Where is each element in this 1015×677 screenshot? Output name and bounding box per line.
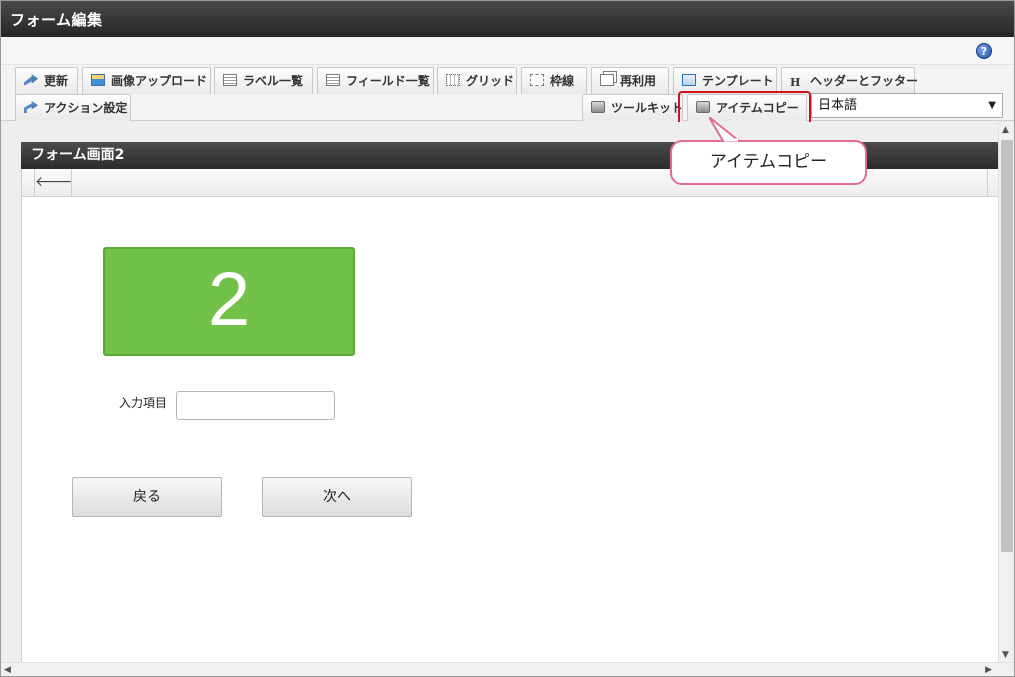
tab-reuse-label: 再利用 (620, 74, 657, 88)
header-icon: H (790, 76, 801, 89)
list-icon (223, 74, 237, 86)
update-icon (24, 74, 38, 86)
tab-grid-label: グリッド (466, 74, 515, 88)
callout-annotation: アイテムコピー (670, 140, 867, 185)
content-area: フォーム画面2 🡐 2 入力項目 戻る 次へ (1, 122, 998, 662)
input-field-label: 入力項目 (119, 396, 168, 410)
tab-template-label: テンプレート (702, 74, 774, 88)
help-bar: ? (1, 37, 1014, 65)
template-icon (682, 74, 696, 86)
tab-header-footer-label: ヘッダーとフッター (810, 74, 919, 88)
help-icon[interactable]: ? (976, 43, 992, 59)
tab-field-list[interactable]: フィールド一覧 (317, 67, 434, 94)
toolbar-divider (987, 169, 988, 196)
scroll-thumb[interactable] (1001, 140, 1013, 552)
callout-pointer (709, 117, 742, 142)
tab-template[interactable]: テンプレート (673, 67, 777, 94)
input-field[interactable] (176, 391, 335, 420)
grid-icon (446, 74, 460, 86)
editor-toolbar: 更新 画像アップロード ラベル一覧 フィールド一覧 グリッド 枠線 再利用 テン… (1, 65, 1014, 121)
form-editor-window: フォーム編集 ? 更新 画像アップロード ラベル一覧 フィールド一覧 グリッド … (0, 0, 1015, 677)
toolbox-icon (696, 101, 710, 113)
form-canvas: 2 入力項目 戻る 次へ (21, 197, 998, 662)
tab-action-settings-label: アクション設定 (44, 101, 128, 115)
action-icon (24, 101, 38, 113)
window-title: フォーム編集 (10, 11, 103, 29)
step-number-badge: 2 (103, 247, 355, 356)
tab-image-upload[interactable]: 画像アップロード (82, 67, 211, 94)
dropdown-arrow-icon: ▼ (988, 100, 996, 111)
back-arrow-icon[interactable]: 🡐 (34, 169, 73, 196)
tab-toolkit[interactable]: ツールキット (582, 94, 683, 121)
reuse-icon (600, 74, 614, 86)
tab-header-footer[interactable]: H ヘッダーとフッター (781, 67, 919, 94)
frame-icon (530, 74, 544, 86)
scroll-left-icon[interactable]: ◀ (4, 665, 11, 675)
vertical-scrollbar[interactable]: ▲ ▼ (998, 122, 1014, 662)
tab-field-list-label: フィールド一覧 (346, 74, 430, 88)
list-icon (326, 74, 340, 86)
toolbox-icon (591, 101, 605, 113)
scroll-up-icon[interactable]: ▲ (1002, 125, 1009, 135)
tab-reuse[interactable]: 再利用 (591, 67, 669, 94)
title-bar: フォーム編集 (1, 1, 1014, 37)
tab-label-list-label: ラベル一覧 (243, 74, 304, 88)
tab-frame-label: 枠線 (550, 74, 575, 88)
tab-frame[interactable]: 枠線 (521, 67, 587, 94)
tab-action-settings[interactable]: アクション設定 (15, 94, 131, 121)
tab-grid[interactable]: グリッド (437, 67, 517, 94)
language-select[interactable]: 日本語 ▼ (811, 93, 1003, 118)
next-button[interactable]: 次へ (262, 477, 412, 517)
back-button[interactable]: 戻る (72, 477, 222, 517)
scroll-down-icon[interactable]: ▼ (1002, 650, 1009, 660)
tab-image-upload-label: 画像アップロード (111, 74, 208, 88)
tab-update[interactable]: 更新 (15, 67, 78, 94)
language-selected: 日本語 (818, 98, 858, 113)
tab-label-list[interactable]: ラベル一覧 (214, 67, 313, 94)
tab-update-label: 更新 (44, 74, 69, 88)
tab-toolkit-label: ツールキット (611, 101, 684, 115)
image-icon (91, 74, 105, 86)
scroll-right-icon[interactable]: ▶ (985, 665, 992, 675)
horizontal-scrollbar[interactable]: ◀ ▶ (1, 662, 1014, 676)
